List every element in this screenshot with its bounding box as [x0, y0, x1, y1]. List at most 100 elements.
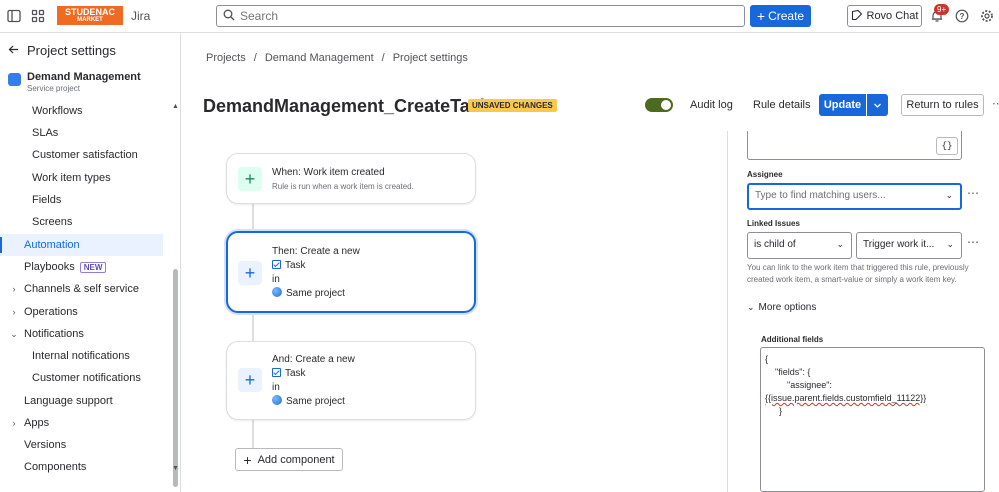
linked-issues-helper: You can link to the work item that trigg…: [747, 263, 969, 284]
breadcrumb-separator: /: [253, 52, 257, 64]
task-checkbox-icon: [272, 368, 281, 377]
trigger-title: When: Work item created: [272, 167, 385, 178]
assignee-select[interactable]: Type to find matching users... ⌄: [747, 183, 962, 210]
linked-issues-more-icon[interactable]: ⋯: [967, 235, 980, 249]
page-title[interactable]: DemandManagement_CreateTask: [203, 96, 490, 117]
sidebar-item-slas[interactable]: SLAs: [0, 122, 163, 144]
sidebar-item-label: Fields: [32, 194, 62, 206]
breadcrumb-project-settings[interactable]: Project settings: [393, 52, 468, 64]
return-to-rules-button[interactable]: Return to rules: [901, 94, 984, 116]
link-target-value: Trigger work it...: [863, 239, 935, 250]
scroll-up-icon[interactable]: ▲: [172, 103, 179, 110]
settings-icon[interactable]: [979, 8, 995, 24]
sidebar-item-label: Automation: [24, 239, 80, 251]
audit-log-link[interactable]: Audit log: [690, 99, 733, 111]
search-icon: [223, 9, 235, 24]
search-input[interactable]: [240, 9, 720, 23]
rule-enabled-toggle[interactable]: [645, 98, 673, 112]
additional-fields-label: Additional fields: [761, 335, 824, 344]
add-component-label: Add component: [257, 453, 335, 466]
sidebar-item-fields[interactable]: Fields: [0, 189, 163, 211]
rule-details-link[interactable]: Rule details: [753, 99, 810, 111]
sidebar-item-screens[interactable]: Screens: [0, 211, 163, 233]
notification-badge: 9+: [934, 4, 950, 15]
chat-icon: [851, 9, 863, 24]
breadcrumb-demand-management[interactable]: Demand Management: [265, 52, 374, 64]
sidebar-item-operations[interactable]: › Operations: [0, 301, 163, 323]
link-target-select[interactable]: Trigger work it... ⌄: [856, 232, 962, 259]
action-project: Same project: [286, 396, 345, 407]
scroll-down-icon[interactable]: ▼: [172, 465, 179, 472]
chevron-right-icon: ›: [12, 418, 16, 428]
chevron-down-icon: ⌄: [10, 328, 18, 339]
sidebar-heading: Project settings: [27, 43, 116, 58]
svg-text:?: ?: [960, 12, 965, 21]
chevron-down-icon: ⌄: [945, 190, 953, 200]
more-actions-icon[interactable]: ⋯: [992, 97, 999, 110]
brand-logo[interactable]: STUDENAC MARKET: [57, 6, 123, 25]
previous-field-input[interactable]: [747, 131, 962, 160]
trigger-card[interactable]: + When: Work item created Rule is run wh…: [226, 153, 476, 204]
action-card-create-task[interactable]: + Then: Create a new Task in Same projec…: [226, 231, 476, 313]
plus-icon: +: [756, 8, 766, 24]
chevron-right-icon: ›: [12, 307, 16, 317]
flow-connector: [252, 313, 254, 341]
sidebar-scrollbar[interactable]: [173, 269, 178, 487]
chevron-right-icon: ›: [12, 284, 16, 294]
sidebar-item-label: Internal notifications: [32, 350, 130, 362]
link-type-select[interactable]: is child of ⌄: [747, 232, 852, 259]
json-line: {: [765, 354, 769, 364]
sidebar-item-automation[interactable]: Automation: [0, 234, 163, 256]
sidebar-item-label: Apps: [24, 417, 50, 429]
sidebar-item-label: Customer satisfaction: [32, 149, 138, 161]
sidebar-item-notifications[interactable]: ⌄ Notifications: [0, 323, 163, 345]
sidebar-item-customer-notifications[interactable]: Customer notifications: [0, 367, 163, 389]
more-options-toggle[interactable]: ⌄ More options: [747, 302, 816, 313]
create-button[interactable]: + Create: [750, 5, 811, 27]
more-options-label: More options: [758, 302, 817, 313]
plus-icon: +: [243, 451, 252, 468]
action-card-create-task-2[interactable]: + And: Create a new Task in Same project: [226, 341, 476, 420]
help-icon[interactable]: ?: [954, 8, 970, 24]
sidebar-item-apps[interactable]: › Apps: [0, 412, 163, 434]
project-header[interactable]: Demand Management Service project: [8, 71, 141, 93]
chevron-down-icon[interactable]: [866, 94, 888, 116]
json-line: }: [779, 406, 783, 416]
sidebar-item-label: Operations: [24, 306, 78, 318]
assignee-more-icon[interactable]: ⋯: [967, 186, 980, 200]
additional-fields-textarea[interactable]: { "fields": { "assignee": {{issue.parent…: [760, 347, 985, 492]
sidebar-item-internal-notifications[interactable]: Internal notifications: [0, 345, 163, 367]
sidebar-item-workflows[interactable]: Workflows: [0, 100, 163, 122]
plus-icon: +: [238, 368, 262, 392]
search-bar[interactable]: [216, 5, 745, 27]
sidebar-item-label: Workflows: [32, 105, 83, 117]
sidebar-item-customer-satisfaction[interactable]: Customer satisfaction: [0, 144, 163, 166]
sidebar-item-work-item-types[interactable]: Work item types: [0, 167, 163, 189]
sidebar-item-language-support[interactable]: Language support: [0, 390, 163, 412]
sidebar: Project settings Demand Management Servi…: [0, 33, 181, 492]
app-switcher-icon[interactable]: [30, 8, 46, 24]
sidebar-toggle-icon[interactable]: [6, 8, 22, 24]
back-to-project-settings[interactable]: Project settings: [8, 43, 116, 58]
sidebar-item-playbooks[interactable]: Playbooks NEW: [0, 256, 163, 278]
flow-connector: [252, 204, 254, 232]
breadcrumb-projects[interactable]: Projects: [206, 52, 246, 64]
add-component-button[interactable]: + Add component: [235, 448, 343, 471]
plus-icon: +: [238, 261, 262, 285]
arrow-left-icon: [8, 43, 19, 58]
new-badge: NEW: [79, 261, 107, 273]
flow-connector: [252, 420, 254, 448]
sidebar-item-components[interactable]: Components: [0, 456, 163, 478]
unsaved-badge: UNSAVED CHANGES: [468, 99, 557, 112]
assignee-placeholder: Type to find matching users...: [755, 190, 886, 201]
update-button[interactable]: Update: [819, 94, 888, 116]
chevron-down-icon: ⌄: [747, 302, 755, 312]
rovo-chat-button[interactable]: Rovo Chat: [847, 5, 922, 27]
trigger-subtitle: Rule is run when a work item is created.: [272, 182, 414, 191]
smart-value-braces-icon[interactable]: {}: [936, 137, 958, 155]
sidebar-item-channels[interactable]: › Channels & self service: [0, 278, 163, 300]
chevron-down-icon: ⌄: [836, 239, 844, 249]
sidebar-item-label: Components: [24, 461, 87, 473]
sidebar-item-versions[interactable]: Versions: [0, 434, 163, 456]
sidebar-item-label: Notifications: [24, 328, 84, 340]
